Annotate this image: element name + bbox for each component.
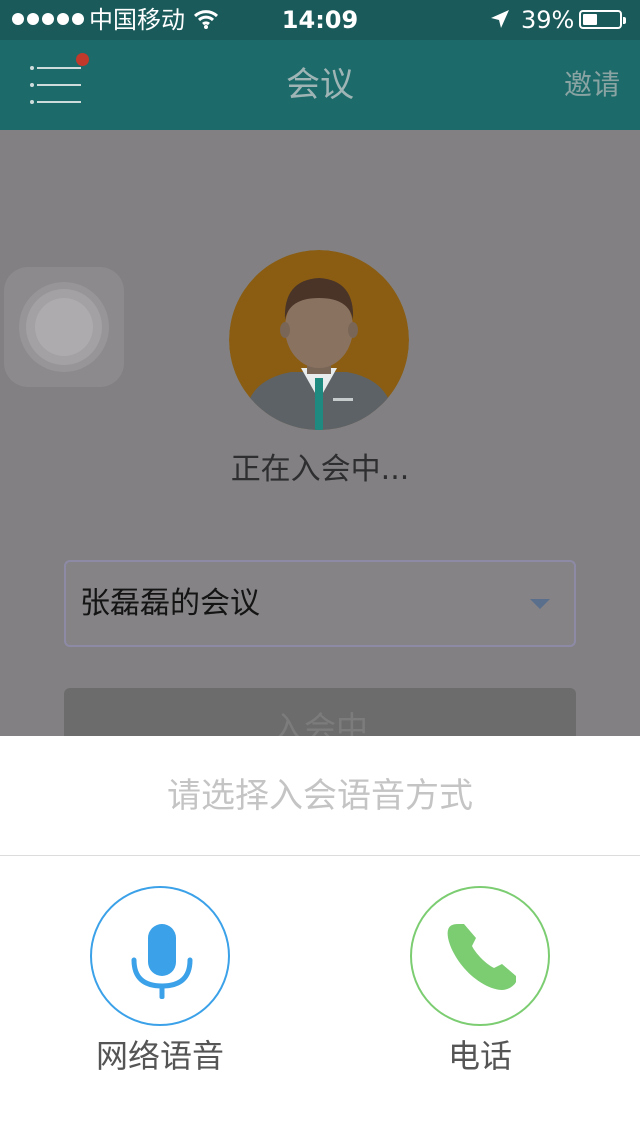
avatar	[229, 250, 409, 430]
dropdown-caret-icon	[530, 599, 550, 609]
microphone-icon	[131, 924, 193, 999]
network-voice-label: 网络语音	[95, 1037, 224, 1075]
phone-label: 电话	[447, 1037, 512, 1075]
page-title: 会议	[286, 65, 354, 105]
meeting-dropdown[interactable]: 张磊磊的会议	[64, 560, 576, 647]
invite-button[interactable]: 邀请	[564, 65, 620, 105]
phone-option[interactable]: 电话	[410, 886, 550, 1075]
assistive-touch-button[interactable]	[4, 267, 124, 387]
divider	[0, 855, 640, 856]
audio-mode-sheet: 请选择入会语音方式 网络语音 电话	[0, 736, 640, 1136]
phone-button[interactable]	[410, 886, 550, 1026]
status-bar: 中国移动 14:09 39%	[0, 0, 640, 40]
join-meeting-button[interactable]: 入会中	[64, 688, 576, 736]
phone-icon	[447, 924, 516, 990]
network-voice-option[interactable]: 网络语音	[90, 886, 230, 1075]
joining-status: 正在入会中...	[230, 452, 410, 487]
location-arrow-icon	[491, 10, 509, 28]
meeting-dropdown-value: 张磊磊的会议	[80, 586, 260, 621]
network-voice-button[interactable]	[90, 886, 230, 1026]
sheet-title: 请选择入会语音方式	[167, 776, 473, 816]
nav-bar: 会议 邀请	[0, 40, 640, 130]
battery-percent: 39%	[521, 6, 575, 34]
battery-icon	[579, 10, 626, 29]
main-content: 正在入会中... 张磊磊的会议 入会中	[0, 130, 640, 736]
